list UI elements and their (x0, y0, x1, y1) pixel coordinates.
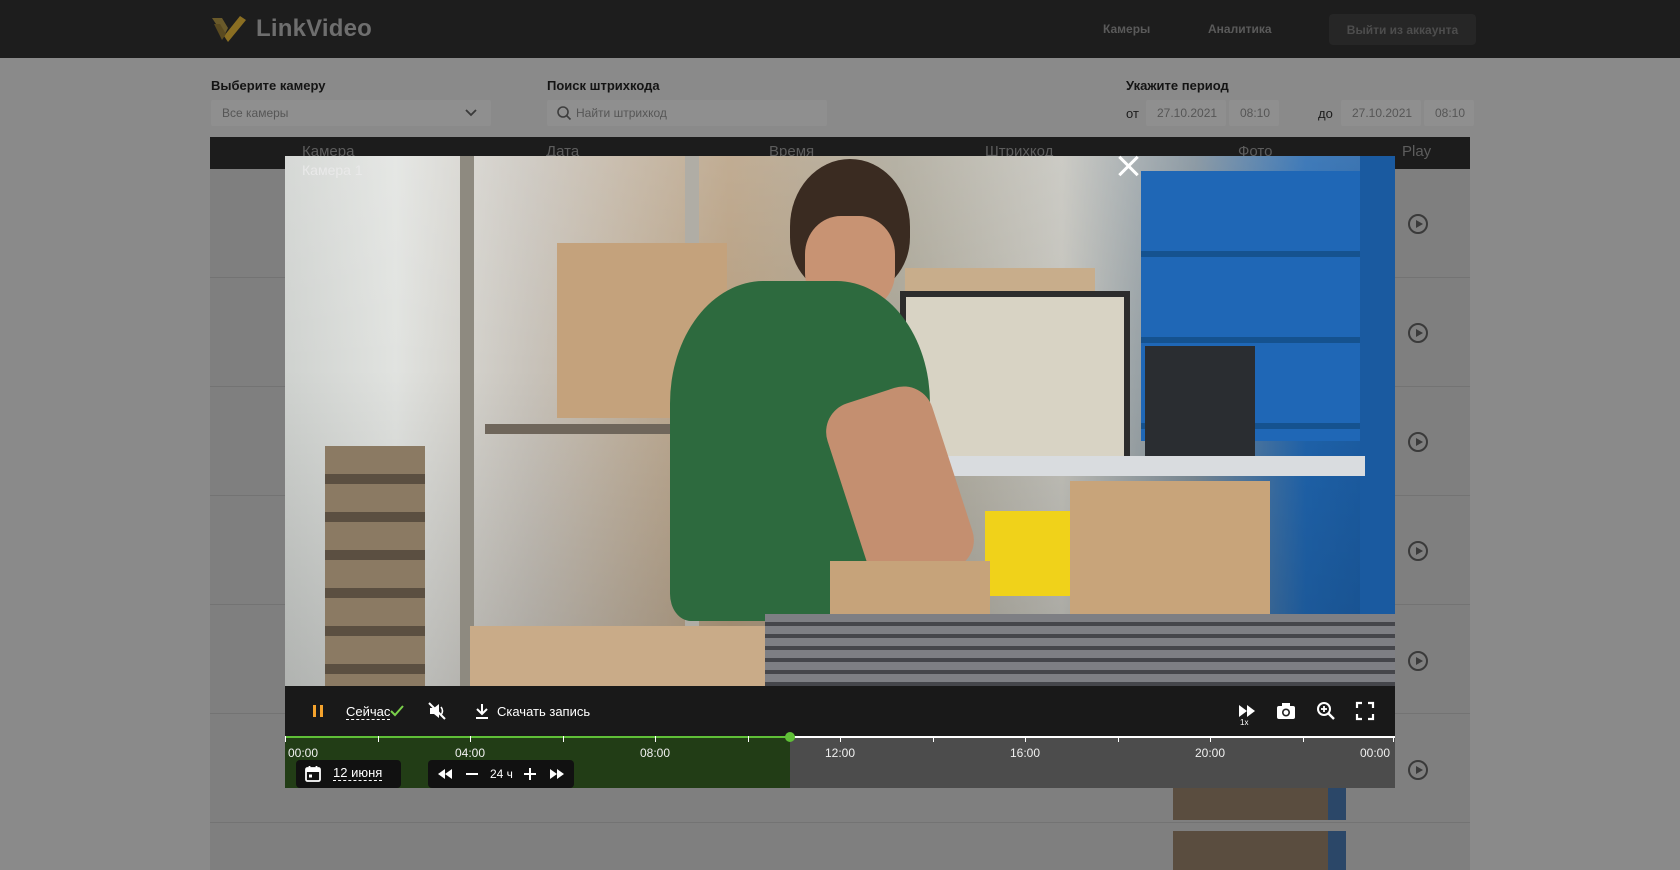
zoom-level: 24 ч (490, 767, 513, 781)
timeline-zoom-controls: 24 ч (428, 760, 574, 788)
download-icon (476, 704, 488, 719)
timeline-tick (1303, 736, 1304, 742)
timeline-tick (933, 736, 934, 742)
timeline-tick (1025, 736, 1026, 742)
row-play-icon[interactable] (1408, 432, 1428, 452)
period-to-prefix: до (1318, 106, 1333, 121)
camera-filter-label: Выберите камеру (211, 78, 326, 93)
now-button[interactable]: Сейчас (346, 704, 391, 720)
minus-icon[interactable] (464, 760, 480, 788)
timeline-tick (655, 736, 656, 742)
fast-forward-step-icon[interactable] (548, 760, 566, 788)
zoom-in-icon[interactable] (1314, 699, 1338, 723)
pause-icon[interactable] (313, 686, 323, 736)
timeline-label: 12:00 (825, 746, 856, 760)
fullscreen-icon[interactable] (1353, 699, 1377, 723)
row-play-icon[interactable] (1408, 214, 1428, 234)
row-play-icon[interactable] (1408, 541, 1428, 561)
camera-name: Камера 1 (302, 162, 363, 178)
row-divider (210, 822, 1470, 823)
timeline-tick (470, 736, 471, 742)
date-picker-button[interactable]: 12 июня (296, 760, 401, 788)
timeline-label: 20:00 (1195, 746, 1226, 760)
period-from-time[interactable]: 08:10 (1229, 100, 1279, 126)
row-play-icon[interactable] (1408, 760, 1428, 780)
logout-button[interactable]: Выйти из аккаунта (1329, 14, 1476, 45)
timeline-progress (285, 736, 790, 738)
timeline-label: 08:00 (640, 746, 671, 760)
mute-icon[interactable] (427, 686, 447, 736)
chevron-down-icon (465, 109, 477, 117)
timeline-tick (285, 736, 286, 742)
speed-label: 1x (1240, 718, 1249, 727)
top-bar: LinkVideo Камеры Аналитика Выйти из акка… (0, 0, 1680, 58)
timeline-scrubber-handle[interactable] (785, 732, 795, 742)
timeline-label: 00:00 (1360, 746, 1391, 760)
camera-icon[interactable] (1274, 699, 1298, 723)
row-play-icon[interactable] (1408, 323, 1428, 343)
calendar-icon (305, 766, 321, 782)
timeline-label: 16:00 (1010, 746, 1041, 760)
timeline-tick (840, 736, 841, 742)
timeline-tick (748, 736, 749, 742)
barcode-filter-label: Поиск штрихкода (547, 78, 660, 93)
period-from-prefix: от (1126, 106, 1139, 121)
timeline-tick (1393, 736, 1394, 742)
plus-icon[interactable] (522, 760, 538, 788)
camera-select-value: Все камеры (222, 106, 289, 120)
period-filter-label: Укажите период (1126, 78, 1229, 93)
barcode-search[interactable]: Найти штрихкод (547, 100, 827, 126)
check-icon (390, 686, 404, 736)
period-to-date[interactable]: 27.10.2021 (1341, 100, 1421, 126)
table-row-photo[interactable] (1173, 831, 1346, 870)
timeline-tick (1210, 736, 1211, 742)
period-to-time[interactable]: 08:10 (1424, 100, 1474, 126)
timeline[interactable]: 00:00 04:00 08:00 12:00 16:00 20:00 00:0… (285, 732, 1395, 788)
video-frame[interactable]: Камера 1 (285, 156, 1395, 686)
search-icon (557, 106, 572, 121)
logo-text: LinkVideo (256, 15, 373, 42)
timeline-label: 00:00 (288, 746, 319, 760)
nav-cameras[interactable]: Камеры (1103, 22, 1150, 36)
barcode-search-placeholder: Найти штрихкод (576, 106, 667, 120)
timeline-label: 04:00 (455, 746, 486, 760)
close-icon[interactable] (1113, 151, 1143, 181)
logo-mark-icon (210, 14, 248, 44)
column-play: Play (1402, 143, 1432, 160)
camera-select[interactable]: Все камеры (211, 100, 491, 126)
player-controls: Сейчас Скачать запись 1x (285, 686, 1395, 736)
period-from-date[interactable]: 27.10.2021 (1146, 100, 1226, 126)
timeline-tick (563, 736, 564, 742)
download-label: Скачать запись (497, 703, 591, 719)
video-player-modal: Камера 1 Сейчас Скачать запись 1x 00:00 … (285, 156, 1395, 788)
selected-date: 12 июня (333, 765, 383, 781)
timeline-tick (1118, 736, 1119, 742)
rewind-icon[interactable] (436, 760, 454, 788)
logo[interactable]: LinkVideo (210, 14, 372, 44)
nav-analytics[interactable]: Аналитика (1208, 22, 1272, 36)
timeline-tick (378, 736, 379, 742)
table-row-photo[interactable] (1173, 788, 1346, 820)
row-play-icon[interactable] (1408, 651, 1428, 671)
download-button[interactable]: Скачать запись (475, 686, 590, 736)
